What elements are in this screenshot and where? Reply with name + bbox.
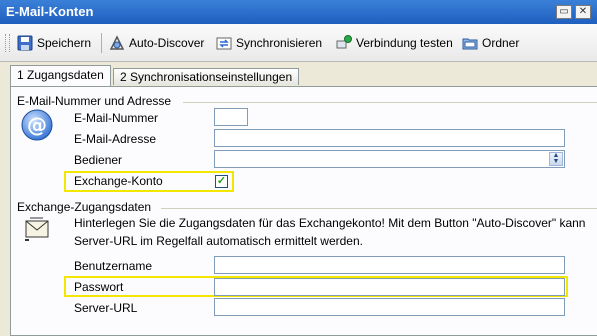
at-sign-icon: @ bbox=[21, 109, 53, 141]
connection-test-icon bbox=[336, 35, 352, 51]
title-bar: E-Mail-Konten ▭ ✕ bbox=[0, 0, 597, 24]
restore-button[interactable]: ▭ bbox=[556, 5, 572, 19]
exchange-account-label: Exchange-Konto bbox=[74, 174, 163, 188]
email-address-label: E-Mail-Adresse bbox=[74, 132, 157, 146]
svg-text:@: @ bbox=[27, 113, 47, 137]
password-label: Passwort bbox=[74, 280, 124, 294]
close-button[interactable]: ✕ bbox=[575, 5, 591, 19]
spin-arrows-icon[interactable]: ▲ ▼ bbox=[549, 152, 563, 166]
synchronize-label: Synchronisieren bbox=[236, 36, 323, 50]
envelope-icon bbox=[23, 213, 53, 243]
exchange-account-checkbox[interactable]: ✓ bbox=[215, 175, 228, 188]
username-field[interactable] bbox=[214, 256, 565, 274]
operator-label: Bediener bbox=[74, 153, 123, 167]
synchronize-button[interactable]: Synchronisieren bbox=[213, 32, 325, 54]
email-number-field[interactable] bbox=[214, 108, 248, 126]
section-divider bbox=[183, 102, 597, 103]
window-title: E-Mail-Konten bbox=[6, 4, 94, 19]
sync-icon bbox=[216, 35, 232, 51]
toolbar-separator bbox=[101, 33, 102, 53]
toolbar-grip[interactable] bbox=[5, 34, 10, 52]
save-button[interactable]: Speichern bbox=[14, 32, 94, 54]
test-connection-button[interactable]: Verbindung testen bbox=[333, 32, 456, 54]
exchange-section-title: Exchange-Zugangsdaten bbox=[17, 200, 152, 214]
folder-icon bbox=[462, 35, 478, 51]
auto-discover-button[interactable]: Auto-Discover bbox=[106, 32, 207, 54]
window-controls: ▭ ✕ bbox=[556, 5, 591, 19]
email-number-label: E-Mail-Nummer bbox=[74, 111, 158, 125]
email-section-title: E-Mail-Nummer und Adresse bbox=[17, 94, 172, 108]
test-connection-label: Verbindung testen bbox=[356, 36, 453, 50]
tab-panel: E-Mail-Nummer und Adresse @ E-Mail-Numme… bbox=[10, 86, 597, 336]
toolbar: Speichern Auto-Discover Synchronisieren … bbox=[0, 24, 597, 62]
save-icon bbox=[17, 35, 33, 51]
exchange-info-line-2: Server-URL im Regelfall automatisch ermi… bbox=[74, 234, 363, 248]
folders-button[interactable]: Ordner bbox=[459, 32, 522, 54]
username-label: Benutzername bbox=[74, 259, 153, 273]
exchange-info-line-1: Hinterlegen Sie die Zugangsdaten für das… bbox=[74, 216, 586, 230]
operator-dropdown[interactable]: ▲ ▼ bbox=[214, 150, 565, 168]
server-url-label: Server-URL bbox=[74, 301, 138, 315]
folders-label: Ordner bbox=[482, 36, 520, 50]
save-label: Speichern bbox=[37, 36, 92, 50]
tab-sync-settings[interactable]: 2 Synchronisationseinstellungen bbox=[113, 68, 299, 85]
server-url-field[interactable] bbox=[214, 298, 565, 316]
email-address-field[interactable] bbox=[214, 129, 565, 147]
auto-discover-label: Auto-Discover bbox=[129, 36, 205, 50]
auto-discover-icon bbox=[109, 35, 125, 51]
section-divider bbox=[161, 208, 597, 209]
tab-credentials[interactable]: 1 Zugangsdaten bbox=[10, 65, 111, 86]
password-field[interactable] bbox=[214, 278, 565, 296]
